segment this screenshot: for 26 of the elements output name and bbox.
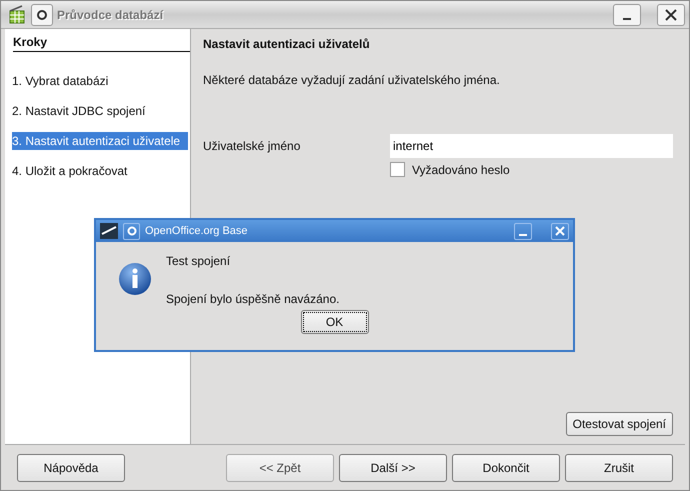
step-item[interactable]: 3. Nastavit autentizaci uživatele xyxy=(12,132,188,150)
dialog-heading: Test spojení xyxy=(166,254,232,268)
wizard-button[interactable]: Nápověda xyxy=(17,454,125,482)
checkbox-label: Vyžadováno heslo xyxy=(412,162,510,176)
wizard-button[interactable]: Zrušit xyxy=(565,454,673,482)
step-item[interactable]: 1. Vybrat databázi xyxy=(12,72,188,90)
checkbox[interactable] xyxy=(390,162,405,177)
minimize-icon[interactable] xyxy=(613,4,641,26)
close-icon[interactable] xyxy=(657,4,685,26)
steps-title: Kroky xyxy=(13,35,190,52)
page-heading: Nastavit autentizaci uživatelů xyxy=(203,37,371,51)
dialog-title: OpenOffice.org Base xyxy=(145,225,248,237)
dialog-message: Spojení bylo úspěšně navázáno. xyxy=(166,292,340,306)
wizard-button[interactable]: Dokončit xyxy=(452,454,560,482)
wizard-button[interactable]: Další >> xyxy=(339,454,447,482)
username-field[interactable]: internet xyxy=(390,134,673,158)
username-label: Uživatelské jméno xyxy=(203,139,302,153)
step-item[interactable]: 2. Nastavit JDBC spojení xyxy=(12,102,188,120)
info-icon xyxy=(118,262,152,296)
ok-button[interactable]: OK xyxy=(300,310,368,334)
app-icon xyxy=(100,223,118,239)
window-menu-icon[interactable] xyxy=(31,4,53,26)
window-title: Průvodce databází xyxy=(57,8,164,22)
step-item[interactable]: 4. Uložit a pokračovat xyxy=(12,162,188,180)
description: Některé databáze vyžadují zadání uživatelského jména. xyxy=(203,73,501,87)
test-connection-button[interactable]: Otestovat spojení xyxy=(566,412,673,436)
